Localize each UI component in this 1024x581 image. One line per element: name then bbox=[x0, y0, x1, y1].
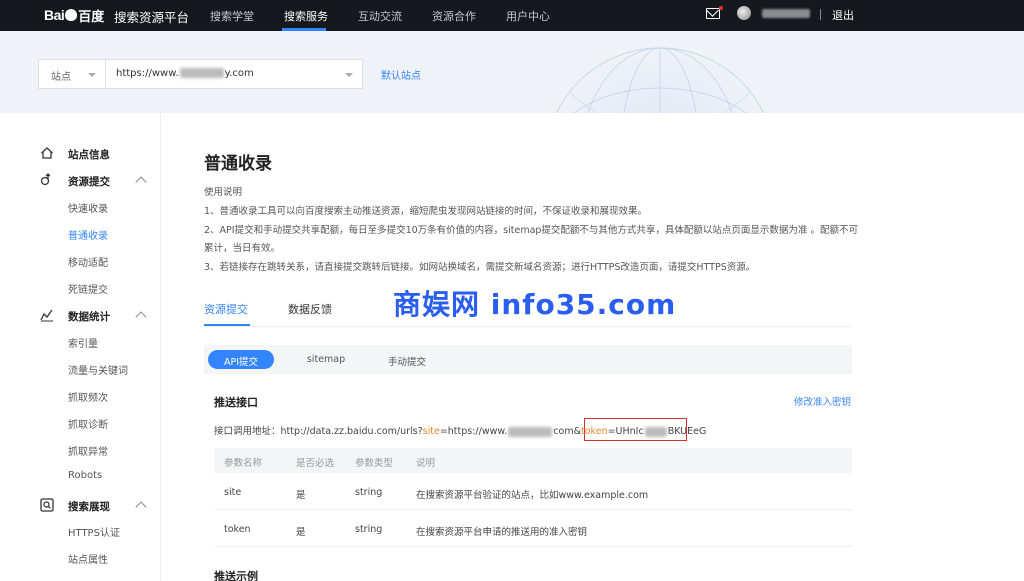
api-url-part: com& bbox=[553, 426, 581, 437]
chevron-down-icon bbox=[88, 73, 96, 77]
avatar[interactable] bbox=[737, 6, 751, 20]
url-prefix: https://www. bbox=[116, 68, 179, 79]
table-cell: site bbox=[224, 487, 242, 498]
globe-decoration-icon bbox=[555, 47, 765, 113]
usage-line: 3、若链接存在跳转关系，请直接提交跳转后链接。如网站换域名，需提交新域名资源；进… bbox=[204, 262, 756, 273]
table-row: token 是 string 在搜索资源平台申请的推送用的准入密钥 bbox=[214, 510, 852, 547]
default-site-link[interactable]: 默认站点 bbox=[381, 67, 421, 82]
subtab-api[interactable]: API提交 bbox=[208, 350, 274, 369]
sidebar-group-label: 站点信息 bbox=[68, 149, 110, 161]
nav-search-academy[interactable]: 搜索学堂 bbox=[210, 8, 254, 24]
top-nav: Bai 百度 搜索资源平台 搜索学堂 搜索服务 互动交流 资源合作 用户中心 退… bbox=[0, 0, 1024, 31]
home-icon bbox=[41, 147, 53, 159]
api-label: 接口调用地址： bbox=[214, 426, 281, 437]
stats-chart-icon bbox=[40, 309, 53, 322]
sidebar-item-traffic-keywords[interactable]: 流量与关键词 bbox=[68, 362, 128, 377]
table-cell: 是 bbox=[296, 527, 306, 538]
mail-icon[interactable] bbox=[706, 8, 720, 19]
paw-icon bbox=[65, 9, 78, 21]
page-title: 普通收录 bbox=[204, 154, 272, 174]
site-type-select[interactable]: 站点 bbox=[38, 59, 105, 89]
api-url-part: http://data.zz.baidu.com/urls? bbox=[280, 426, 423, 437]
sidebar-group-label: 搜索展现 bbox=[68, 501, 110, 513]
usage-line: 1、普通收录工具可以向百度搜索主动推送资源，缩短爬虫发现网站链接的时间，不保证收… bbox=[204, 206, 648, 217]
chevron-down-icon bbox=[345, 73, 353, 77]
table-cell: token bbox=[224, 524, 251, 535]
table-header: 参数名称 是否必选 参数类型 说明 bbox=[214, 448, 852, 473]
api-site-key: site bbox=[422, 426, 440, 437]
table-cell: string bbox=[355, 487, 383, 498]
nav-user-center[interactable]: 用户中心 bbox=[506, 8, 550, 24]
usage-title: 使用说明 bbox=[204, 187, 243, 198]
watermark-text: 商娱网 info35.com bbox=[393, 288, 677, 321]
sidebar-item-https-cert[interactable]: HTTPS认证 bbox=[68, 524, 120, 539]
nav-resource-cooperation[interactable]: 资源合作 bbox=[432, 8, 476, 24]
table-cell: 在搜索资源平台验证的站点，比如www.example.com bbox=[416, 490, 649, 501]
sidebar-item-normal-index[interactable]: 普通收录 bbox=[68, 227, 108, 242]
site-url-select[interactable]: https://www. y.com bbox=[105, 59, 363, 89]
nav-interaction[interactable]: 互动交流 bbox=[358, 8, 402, 24]
usage-line: 2、API提交和手动提交共享配额，每日至多提交10万条有价值的内容，sitema… bbox=[204, 225, 858, 236]
subtab-sitemap[interactable]: sitemap bbox=[296, 350, 356, 369]
baidu-logo[interactable]: Bai 百度 bbox=[44, 6, 105, 25]
tab-data-feedback[interactable]: 数据反馈 bbox=[288, 301, 332, 317]
table-cell: 是 bbox=[296, 490, 306, 501]
nav-search-service[interactable]: 搜索服务 bbox=[284, 8, 328, 24]
platform-name: 搜索资源平台 bbox=[114, 10, 190, 25]
sidebar-item-crawl-diagnosis[interactable]: 抓取诊断 bbox=[68, 416, 108, 431]
table-cell: 在搜索资源平台申请的推送用的准入密钥 bbox=[416, 527, 588, 538]
sidebar-item-fast-index[interactable]: 快速收录 bbox=[68, 200, 108, 215]
main-content: 普通收录 使用说明 1、普通收录工具可以向百度搜索主动推送资源，缩短爬虫发现网站… bbox=[161, 113, 1024, 581]
sidebar-group-label: 资源提交 bbox=[68, 176, 110, 188]
sidebar-item-dead-link[interactable]: 死链提交 bbox=[68, 281, 108, 296]
chevron-up-icon[interactable] bbox=[135, 176, 147, 188]
search-display-icon bbox=[40, 498, 54, 512]
sidebar-item-index-count[interactable]: 索引量 bbox=[68, 335, 98, 350]
table-cell: string bbox=[355, 524, 383, 535]
token-highlight-box bbox=[584, 418, 687, 441]
sidebar-item-mobile-adapt[interactable]: 移动适配 bbox=[68, 254, 108, 269]
table-header-cell: 是否必选 bbox=[296, 458, 335, 469]
logo-text-cn: 百度 bbox=[78, 9, 105, 25]
table-header-cell: 说明 bbox=[416, 458, 436, 469]
sidebar-group-label: 数据统计 bbox=[68, 311, 110, 323]
submit-method-tabs: API提交 sitemap 手动提交 bbox=[204, 345, 852, 374]
nav-divider bbox=[820, 9, 821, 20]
chevron-up-icon[interactable] bbox=[135, 501, 147, 513]
tab-active-indicator bbox=[204, 324, 250, 326]
username-redacted[interactable] bbox=[762, 9, 810, 18]
url-redacted bbox=[179, 68, 224, 78]
usage-line: 累计，当日有效。 bbox=[204, 243, 281, 254]
table-header-cell: 参数名称 bbox=[224, 458, 263, 469]
sidebar-item-site-attributes[interactable]: 站点属性 bbox=[68, 551, 108, 566]
logo-text: Bai bbox=[44, 7, 65, 23]
sidebar-item-crawl-frequency[interactable]: 抓取频次 bbox=[68, 389, 108, 404]
logout-link[interactable]: 退出 bbox=[832, 7, 854, 23]
chevron-up-icon[interactable] bbox=[135, 311, 147, 323]
table-header-cell: 参数类型 bbox=[355, 458, 394, 469]
url-suffix: y.com bbox=[224, 68, 254, 79]
resource-submit-icon bbox=[40, 173, 51, 186]
site-type-label: 站点 bbox=[51, 72, 71, 83]
api-url-part: =https://www. bbox=[439, 426, 508, 437]
table-row: site 是 string 在搜索资源平台验证的站点，比如www.example… bbox=[214, 473, 852, 510]
sidebar-item-crawl-errors[interactable]: 抓取异常 bbox=[68, 443, 108, 458]
sidebar: 站点信息 资源提交 快速收录 普通收录 移动适配 死链提交 数据统计 索引量 流… bbox=[0, 113, 161, 581]
subtab-manual[interactable]: 手动提交 bbox=[376, 350, 438, 369]
site-banner: 站点 https://www. y.com 默认站点 bbox=[0, 31, 1024, 113]
push-api-title: 推送接口 bbox=[214, 396, 258, 409]
notification-dot bbox=[719, 6, 723, 10]
sidebar-item-robots[interactable]: Robots bbox=[68, 470, 102, 481]
tab-resource-submit[interactable]: 资源提交 bbox=[204, 301, 248, 317]
domain-redacted bbox=[508, 426, 553, 437]
push-example-title: 推送示例 bbox=[214, 570, 258, 581]
edit-token-link[interactable]: 修改准入密钥 bbox=[794, 394, 851, 408]
